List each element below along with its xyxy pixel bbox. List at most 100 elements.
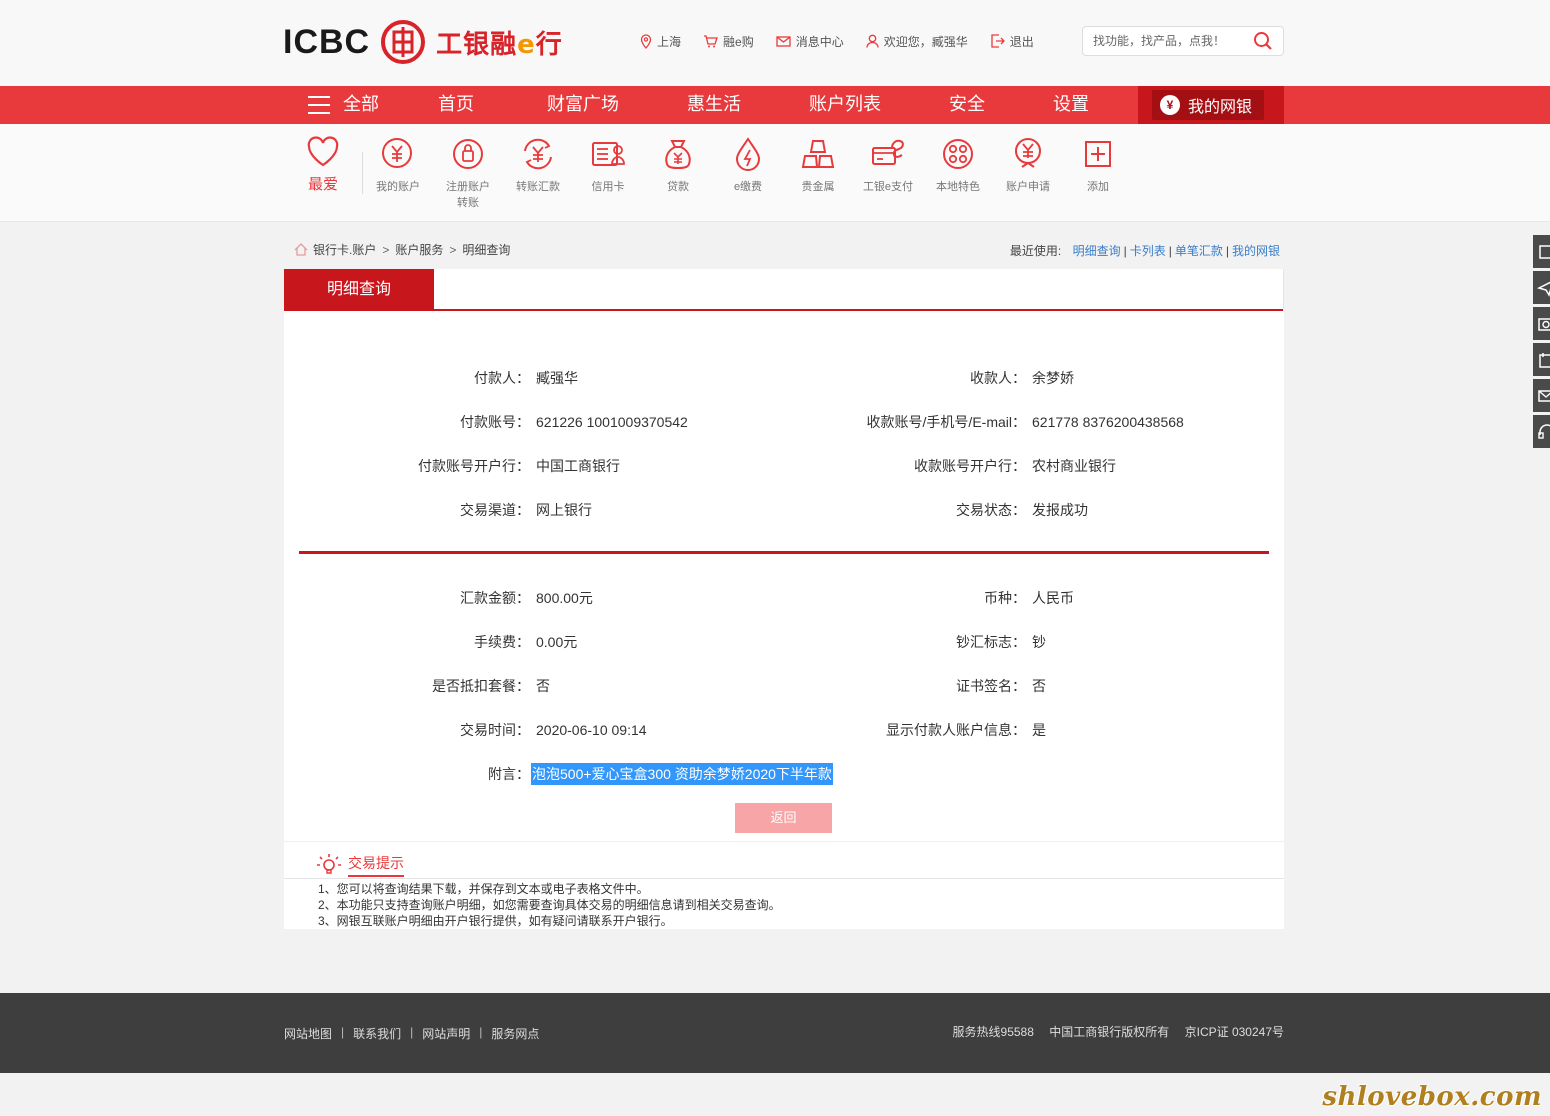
- money-bag-icon: [665, 140, 691, 170]
- location-link[interactable]: 上海: [640, 33, 681, 50]
- quick-register-transfer[interactable]: 注册账户转账: [433, 136, 503, 211]
- footer-link-contact[interactable]: 联系我们: [353, 1025, 401, 1042]
- quick-label: 注册账户转账: [446, 181, 490, 209]
- recent-link[interactable]: 我的网银: [1232, 244, 1280, 258]
- add-icon: [1085, 141, 1111, 167]
- welcome-user-link[interactable]: 欢迎您，臧强华: [866, 33, 968, 50]
- nav-mybank-label: 我的网银: [1188, 99, 1253, 116]
- footer-info: 服务热线95588 中国工商银行版权所有 京ICP证 030247号: [941, 1023, 1284, 1040]
- memo-row: 附言： 泡泡500+爱心宝盒300 资助余梦娇2020下半年款: [284, 763, 1284, 785]
- quick-local-feature[interactable]: 本地特色: [923, 136, 993, 195]
- footer-link-statement[interactable]: 网站声明: [422, 1025, 470, 1042]
- message-center-link[interactable]: 消息中心: [776, 33, 844, 50]
- logo-cn-part3: 行: [535, 29, 563, 60]
- favorites-button[interactable]: 最爱: [300, 136, 346, 194]
- side-tool-send[interactable]: [1533, 271, 1550, 304]
- breadcrumb-item[interactable]: 账户服务: [395, 241, 443, 258]
- nav-accounts[interactable]: 账户列表: [809, 86, 881, 124]
- payee-account-label: 收款账号/手机号/E-mail：: [866, 414, 1026, 430]
- quick-transfer[interactable]: 转账汇款: [503, 136, 573, 195]
- side-tool-print[interactable]: [1533, 235, 1550, 268]
- side-tool-calendar[interactable]: [1533, 343, 1550, 376]
- quick-e-payment[interactable]: 工银e支付: [853, 136, 923, 195]
- location-pin-icon: [640, 33, 652, 49]
- detail-row: 交易渠道： 网上银行 交易状态： 发报成功: [284, 499, 1284, 521]
- tips-title: 交易提示: [348, 853, 404, 877]
- detail-row: 付款账号： 621226 1001009370542 收款账号/手机号/E-ma…: [284, 411, 1284, 433]
- send-icon: [1536, 281, 1550, 297]
- search-button[interactable]: [1243, 27, 1283, 55]
- nav-settings[interactable]: 设置: [1053, 86, 1089, 124]
- quick-add[interactable]: 添加: [1063, 136, 1133, 195]
- detail-row: 付款人： 臧强华 收款人： 余梦娇: [284, 367, 1284, 389]
- search-box: [1082, 26, 1284, 56]
- search-icon: [1254, 32, 1272, 50]
- currency-value: 人民币: [1032, 590, 1074, 606]
- payer-account-label: 付款账号：: [460, 414, 530, 430]
- recent-link[interactable]: 明细查询: [1073, 244, 1121, 258]
- nav-life[interactable]: 惠生活: [687, 86, 741, 124]
- nav-security[interactable]: 安全: [949, 86, 985, 124]
- mail-icon: [776, 35, 791, 47]
- amount-value: 800.00元: [536, 590, 593, 606]
- rongegou-link[interactable]: 融e购: [703, 33, 754, 50]
- credit-card-icon: [592, 142, 625, 166]
- quick-label: 账户申请: [1006, 181, 1050, 193]
- cart-icon: [704, 34, 718, 47]
- detail-row: 是否抵扣套餐： 否 证书签名： 否: [284, 675, 1284, 697]
- nav-all[interactable]: 全部: [308, 86, 379, 124]
- recent-link[interactable]: 卡列表: [1130, 244, 1166, 258]
- logo-cn-part2: e: [517, 29, 536, 60]
- footer-link-branches[interactable]: 服务网点: [491, 1025, 539, 1042]
- mail-icon: [1538, 389, 1550, 402]
- side-tool-service[interactable]: [1533, 415, 1550, 448]
- logo-cn-text: 工银融e行: [436, 24, 563, 61]
- side-tool-camera[interactable]: [1533, 307, 1550, 340]
- breadcrumb-current: 明细查询: [462, 243, 511, 257]
- icbc-logo[interactable]: ICBC 工银融e行: [283, 20, 563, 64]
- quick-precious-metal[interactable]: 贵金属: [783, 136, 853, 195]
- gold-bars-icon: [801, 140, 835, 168]
- cert-sign-value: 否: [1032, 678, 1046, 694]
- quick-loan[interactable]: 贷款: [643, 136, 713, 195]
- nav-wealth[interactable]: 财富广场: [547, 86, 619, 124]
- back-button[interactable]: 返回: [735, 803, 832, 833]
- payer-account-value: 621226 1001009370542: [536, 414, 688, 430]
- quick-credit-card[interactable]: 信用卡: [573, 136, 643, 195]
- payee-label: 收款人：: [970, 370, 1026, 386]
- nav-home[interactable]: 首页: [438, 86, 474, 124]
- breadcrumb-item[interactable]: 银行卡.账户: [313, 241, 376, 258]
- location-label: 上海: [657, 34, 682, 49]
- payee-bank-value: 农村商业银行: [1032, 458, 1116, 474]
- e-payment-card-icon: [872, 139, 904, 165]
- quick-label: 我的账户: [376, 181, 420, 193]
- tip-item: 3、网银互联账户明细由开户银行提供，如有疑问请联系开户银行。: [318, 914, 673, 928]
- package-label: 是否抵扣套餐：: [432, 678, 530, 694]
- tab-detail-query[interactable]: 明细查询: [284, 269, 434, 311]
- quick-my-account[interactable]: 我的账户: [363, 136, 433, 195]
- search-input[interactable]: [1083, 27, 1243, 55]
- recent-label: 最近使用:: [1009, 244, 1062, 258]
- payer-bank-value: 中国工商银行: [536, 458, 620, 474]
- time-value: 2020-06-10 09:14: [536, 722, 647, 738]
- rongegou-label: 融e购: [723, 34, 754, 49]
- logout-link[interactable]: 退出: [990, 33, 1034, 50]
- channel-label: 交易渠道：: [460, 502, 530, 518]
- cert-sign-label: 证书签名：: [956, 678, 1026, 694]
- main-nav: 全部 首页 财富广场 惠生活 账户列表 安全 设置 ¥ 我的网银: [0, 86, 1550, 124]
- recent-link[interactable]: 单笔汇款: [1175, 244, 1223, 258]
- quick-label: 贵金属: [801, 181, 835, 193]
- time-label: 交易时间：: [460, 722, 530, 738]
- cash-flag-value: 钞: [1032, 634, 1046, 650]
- quick-account-apply[interactable]: 账户申请: [993, 136, 1063, 195]
- message-center-label: 消息中心: [795, 34, 844, 49]
- quick-e-pay[interactable]: e缴费: [713, 136, 783, 195]
- watermark: shlovebox.com: [1322, 1082, 1542, 1112]
- footer-link-sitemap[interactable]: 网站地图: [284, 1025, 332, 1042]
- logout-icon: [991, 34, 1005, 48]
- nav-mybank[interactable]: ¥ 我的网银: [1138, 86, 1284, 124]
- side-tool-mail[interactable]: [1533, 379, 1550, 412]
- heart-icon: [307, 136, 339, 167]
- fee-value: 0.00元: [536, 634, 578, 650]
- footer-icp: 京ICP证 030247号: [1184, 1025, 1284, 1039]
